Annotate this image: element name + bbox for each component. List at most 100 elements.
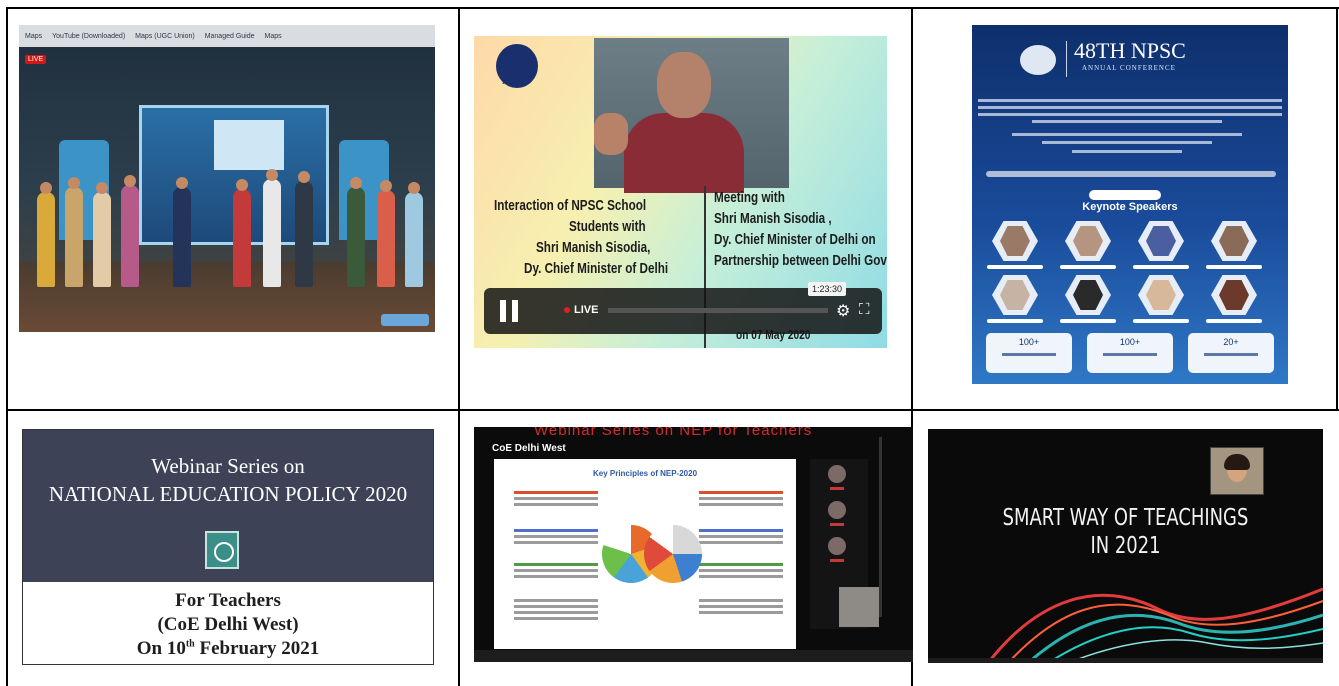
grid-line [6,7,8,686]
participant-avatar[interactable] [828,465,846,483]
principle-text [514,599,598,623]
bookmark-item[interactable]: YouTube (Downloaded) [52,33,125,40]
person-head [380,180,392,192]
speaker-photo [1065,275,1111,315]
caption-right-line: Meeting with [714,189,785,206]
participant-name [830,487,844,490]
keynote-heading: Keynote Speakers [1082,201,1178,213]
grid-line [6,7,1339,9]
speaker-video [594,38,789,193]
person [37,192,55,287]
cbse-emblem-icon [205,531,239,569]
grid-line [458,7,460,686]
person-head [408,182,420,194]
bookmark-item[interactable]: Managed Guide [205,33,255,40]
webinar-title-slide: Webinar Series on NATIONAL EDUCATION POL… [22,429,434,665]
conference-poster: 48TH NPSC ANNUAL CONFERENCE Keynote Spea… [972,25,1288,384]
pause-button[interactable] [498,300,520,322]
webinar-series-title: Webinar Series on [151,454,305,478]
scrollbar[interactable] [879,437,882,617]
poster-subtitle: ANNUAL CONFERENCE [1082,64,1176,72]
live-badge: LIVE [25,55,47,64]
speaker-photo [1138,275,1184,315]
person [295,181,313,287]
person [347,187,365,287]
date-line: On 10th February 2021 [136,638,320,659]
fullscreen-icon[interactable]: ⛶ [859,301,870,318]
principles-ring [644,525,702,583]
npsc-logo-text: NPSC [502,76,526,86]
person-head [266,169,278,181]
time-tooltip: 1:23:30 [808,282,847,296]
stage-screen [214,120,284,170]
paragraph-line [978,99,1282,102]
poster-title: 48TH NPSC [1074,38,1186,63]
browser-bookmarks-bar: Maps YouTube (Downloaded) Maps (UGC Unio… [19,25,435,47]
speaker-name [987,265,1043,269]
person [405,192,423,287]
grid-line [1336,7,1338,409]
speaker-name [1060,265,1116,269]
progress-bar[interactable] [608,308,828,313]
bookmark-item[interactable]: Maps [25,33,42,40]
caption-left-line: Interaction of NPSC School [494,197,647,214]
caption-left-line: Students with [569,218,646,235]
person-head [124,175,136,187]
grid-line [6,409,1339,411]
speaker-photo [1211,221,1257,261]
participant-avatar[interactable] [828,537,846,555]
teaching-slide: SMART WAY OF TEACHINGS IN 2021 [928,429,1323,663]
principle-text [514,491,598,509]
webinar-banner-text: Webinar Series on NEP for Teachers [534,427,813,439]
coe-line: (CoE Delhi West) [157,614,299,635]
stat-box: 20+ [1188,333,1274,373]
pause-icon [500,300,506,322]
person-head [298,171,310,183]
slide-title-line2: IN 2021 [1090,533,1161,559]
stage-event-photo: Maps YouTube (Downloaded) Maps (UGC Unio… [19,25,435,332]
gear-icon[interactable]: ⚙ [836,301,850,321]
webinar-presentation: Webinar Series on NEP for Teachers CoE D… [474,427,913,662]
shared-slide: Key Principles of NEP-2020 [494,459,796,649]
paragraph-line [1032,120,1222,123]
speaker-body [624,113,744,193]
pause-icon [512,300,518,322]
principle-text [699,599,783,617]
presenter-webcam[interactable] [1210,447,1264,495]
stat-box: 100+ [1087,333,1173,373]
coe-label: CoE Delhi West [492,443,566,454]
caption-right-line: Dy. Chief Minister of Delhi on [714,231,876,248]
participant-avatar[interactable] [828,501,846,519]
speaker-photo [992,275,1038,315]
audience-line: For Teachers [175,590,281,611]
person [377,190,395,287]
stat-value: 100+ [1018,337,1040,347]
principle-text [699,491,783,509]
live-indicator[interactable]: LIVE [564,304,598,316]
person-head [350,177,362,189]
principle-text [699,529,783,547]
principle-text [514,529,598,547]
paragraph-line [1072,150,1182,153]
caption-left-line: Dy. Chief Minister of Delhi [524,260,669,277]
caption-right-line: Partnership between Delhi Govt [714,252,887,269]
person-head [40,182,52,194]
person-head [236,179,248,191]
person-head [68,177,80,189]
video-footbar[interactable] [928,658,1323,663]
caption-right-line: Shri Manish Sisodia , [714,210,832,227]
meeting-controls-bar[interactable] [474,650,913,662]
speaker-name [1133,265,1189,269]
paragraph-line [978,106,1282,109]
presenter-hair [1224,454,1250,470]
bookmark-item[interactable]: Maps (UGC Union) [135,33,195,40]
speaker-photo [1211,275,1257,315]
bookmark-item[interactable]: Maps [265,33,282,40]
overlay-button[interactable] [381,314,429,326]
caption-left-line: Shri Manish Sisodia, [536,239,651,256]
speaker-photo [1065,221,1111,261]
stat-value: 100+ [1119,337,1141,347]
theme-line [986,171,1276,177]
participant-video[interactable] [839,587,879,627]
register-button[interactable] [1089,190,1161,200]
